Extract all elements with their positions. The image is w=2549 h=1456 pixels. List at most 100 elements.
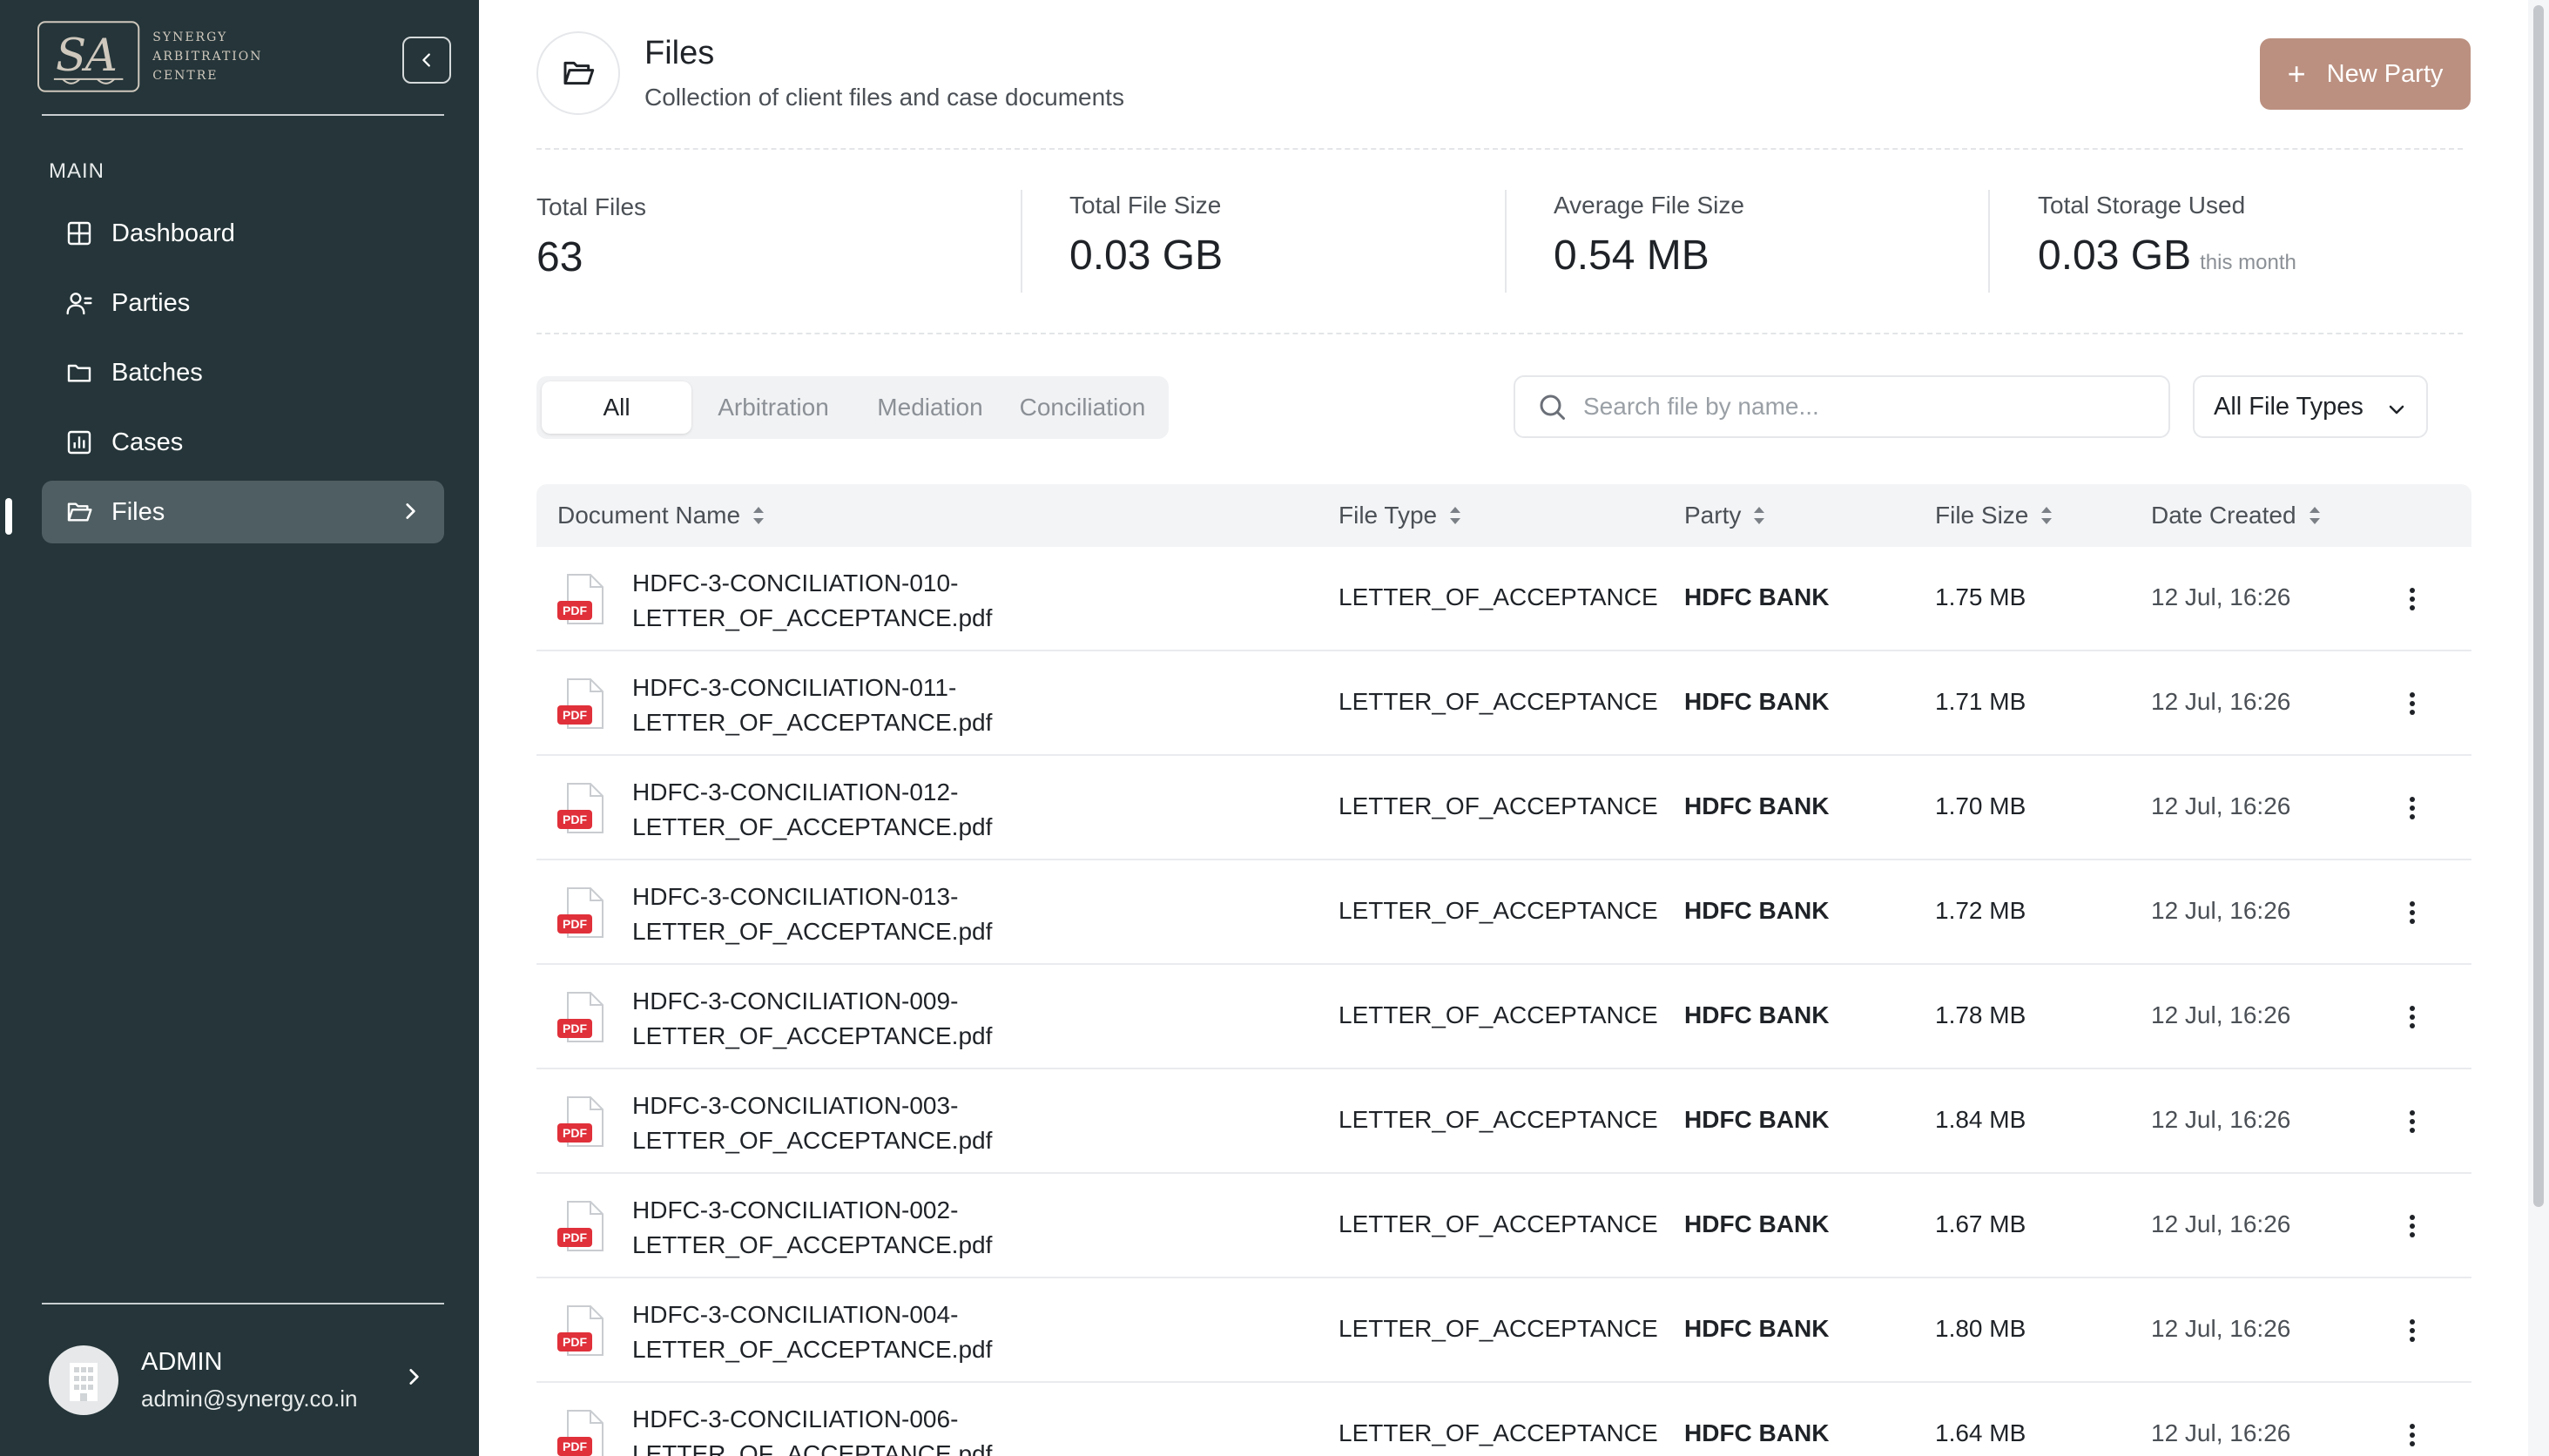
column-header-document-name[interactable]: Document Name — [557, 502, 766, 529]
date-created-cell: 12 Jul, 16:26 — [2151, 583, 2291, 610]
sidebar-item-files[interactable]: Files — [42, 481, 444, 543]
chevron-right-icon — [399, 500, 421, 527]
pdf-file-icon: PDF — [557, 992, 604, 1042]
party-cell: HDFC BANK — [1684, 1419, 1830, 1446]
tab-arbitration[interactable]: Arbitration — [691, 381, 855, 434]
document-name[interactable]: HDFC-3-CONCILIATION-010- LETTER_OF_ACCEPT… — [632, 566, 998, 636]
table-row[interactable]: PDF HDFC-3-CONCILIATION-013- LETTER_OF_AC… — [536, 860, 2471, 965]
date-created-cell: 12 Jul, 16:26 — [2151, 1001, 2291, 1028]
divider — [536, 148, 2463, 150]
document-name[interactable]: HDFC-3-CONCILIATION-012- LETTER_OF_ACCEPT… — [632, 775, 998, 845]
document-name[interactable]: HDFC-3-CONCILIATION-006- LETTER_OF_ACCEPT… — [632, 1402, 998, 1456]
table-row[interactable]: PDF HDFC-3-CONCILIATION-010- LETTER_OF_AC… — [536, 547, 2471, 651]
folder-open-icon — [563, 61, 595, 85]
more-options-icon[interactable] — [2395, 578, 2430, 620]
search-box — [1514, 375, 2170, 438]
tab-all[interactable]: All — [542, 381, 691, 434]
search-input[interactable] — [1583, 393, 2141, 421]
document-name[interactable]: HDFC-3-CONCILIATION-002- LETTER_OF_ACCEPT… — [632, 1193, 998, 1263]
table-row[interactable]: PDF HDFC-3-CONCILIATION-003- LETTER_OF_AC… — [536, 1069, 2471, 1174]
main-content: Files Collection of client files and cas… — [479, 0, 2549, 1456]
sidebar-item-label: Batches — [111, 358, 203, 387]
svg-text:A: A — [82, 30, 118, 82]
file-type-cell: LETTER_OF_ACCEPTANCE — [1339, 792, 1658, 819]
column-header-file-type[interactable]: File Type — [1339, 502, 1463, 529]
more-options-icon[interactable] — [2395, 683, 2430, 725]
chevron-down-icon — [2386, 398, 2407, 427]
sidebar-item-cases[interactable]: Cases — [42, 411, 444, 474]
table-row[interactable]: PDF HDFC-3-CONCILIATION-011- LETTER_OF_AC… — [536, 651, 2471, 756]
case-type-tabs: All Arbitration Mediation Conciliation — [536, 376, 1169, 439]
svg-text:PDF: PDF — [563, 1439, 587, 1453]
more-options-icon[interactable] — [2395, 1205, 2430, 1247]
sidebar-divider-top — [42, 114, 444, 116]
new-party-button[interactable]: + New Party — [2260, 38, 2471, 110]
stat-value: 0.54 MB — [1554, 232, 1744, 280]
stat-total-files: Total Files 63 — [536, 193, 646, 281]
page-subtitle: Collection of client files and case docu… — [644, 84, 1124, 111]
sort-icon — [1754, 507, 1765, 524]
more-options-icon[interactable] — [2395, 1414, 2430, 1456]
document-name[interactable]: HDFC-3-CONCILIATION-011- LETTER_OF_ACCEPT… — [632, 671, 998, 740]
grid-icon — [64, 219, 94, 248]
column-header-date-created[interactable]: Date Created — [2151, 502, 2323, 529]
file-size-cell: 1.67 MB — [1935, 1210, 2026, 1237]
table-row[interactable]: PDF HDFC-3-CONCILIATION-006- LETTER_OF_AC… — [536, 1383, 2471, 1456]
svg-text:PDF: PDF — [563, 1230, 587, 1244]
sort-icon — [1450, 507, 1461, 524]
document-name[interactable]: HDFC-3-CONCILIATION-009- LETTER_OF_ACCEPT… — [632, 984, 998, 1054]
column-header-file-size[interactable]: File Size — [1935, 502, 2054, 529]
document-name[interactable]: HDFC-3-CONCILIATION-004- LETTER_OF_ACCEPT… — [632, 1298, 998, 1367]
nav-section-label: MAIN — [49, 159, 105, 183]
stat-value: 0.03 GB this month — [2038, 232, 2296, 280]
pdf-file-icon: PDF — [557, 1096, 604, 1147]
files-table-body: PDF HDFC-3-CONCILIATION-010- LETTER_OF_AC… — [536, 547, 2471, 1456]
stat-label: Average File Size — [1554, 192, 1744, 219]
sidebar-item-dashboard[interactable]: Dashboard — [42, 202, 444, 265]
document-name[interactable]: HDFC-3-CONCILIATION-013- LETTER_OF_ACCEPT… — [632, 880, 998, 949]
scrollbar-thumb[interactable] — [2533, 5, 2544, 1207]
svg-text:PDF: PDF — [563, 1021, 587, 1035]
vertical-scrollbar[interactable] — [2528, 0, 2549, 1456]
stat-separator — [1505, 190, 1507, 293]
party-cell: HDFC BANK — [1684, 1315, 1830, 1342]
user-profile[interactable]: ADMIN admin@synergy.co.in — [42, 1332, 444, 1428]
table-row[interactable]: PDF HDFC-3-CONCILIATION-012- LETTER_OF_AC… — [536, 756, 2471, 860]
tab-mediation[interactable]: Mediation — [855, 381, 1005, 434]
date-created-cell: 12 Jul, 16:26 — [2151, 897, 2291, 924]
divider — [536, 333, 2463, 334]
table-row[interactable]: PDF HDFC-3-CONCILIATION-009- LETTER_OF_AC… — [536, 965, 2471, 1069]
file-type-cell: LETTER_OF_ACCEPTANCE — [1339, 1106, 1658, 1133]
document-name[interactable]: HDFC-3-CONCILIATION-003- LETTER_OF_ACCEPT… — [632, 1089, 998, 1158]
tab-conciliation[interactable]: Conciliation — [1005, 381, 1160, 434]
stat-separator — [1988, 190, 1990, 293]
table-row[interactable]: PDF HDFC-3-CONCILIATION-004- LETTER_OF_AC… — [536, 1278, 2471, 1383]
stat-total-file-size: Total File Size 0.03 GB — [1069, 192, 1223, 280]
stat-suffix: this month — [2200, 251, 2296, 274]
stat-value: 63 — [536, 233, 646, 281]
more-options-icon[interactable] — [2395, 1101, 2430, 1143]
sidebar-item-batches[interactable]: Batches — [42, 341, 444, 404]
search-icon — [1540, 394, 1565, 420]
table-row[interactable]: PDF HDFC-3-CONCILIATION-002- LETTER_OF_AC… — [536, 1174, 2471, 1278]
sort-icon — [753, 507, 765, 524]
sidebar-nav: Dashboard Parties Batches Cases Files — [42, 202, 444, 550]
more-options-icon[interactable] — [2395, 892, 2430, 934]
svg-text:PDF: PDF — [563, 1126, 587, 1140]
date-created-cell: 12 Jul, 16:26 — [2151, 1106, 2291, 1133]
column-label: Document Name — [557, 502, 741, 529]
file-size-cell: 1.71 MB — [1935, 688, 2026, 715]
more-options-icon[interactable] — [2395, 1310, 2430, 1352]
brand-logo[interactable]: S A SYNERGY ARBITRATION CENTRE — [37, 17, 333, 96]
collapse-sidebar-button[interactable] — [402, 37, 451, 84]
stat-average-file-size: Average File Size 0.54 MB — [1554, 192, 1744, 280]
sidebar-item-parties[interactable]: Parties — [42, 272, 444, 334]
svg-text:PDF: PDF — [563, 917, 587, 931]
column-label: File Type — [1339, 502, 1438, 529]
more-options-icon[interactable] — [2395, 996, 2430, 1038]
folder-icon — [64, 358, 94, 388]
column-header-party[interactable]: Party — [1684, 502, 1767, 529]
sa-monogram-icon: S A — [37, 21, 140, 92]
more-options-icon[interactable] — [2395, 787, 2430, 829]
file-type-select[interactable]: All File Types — [2193, 375, 2428, 438]
